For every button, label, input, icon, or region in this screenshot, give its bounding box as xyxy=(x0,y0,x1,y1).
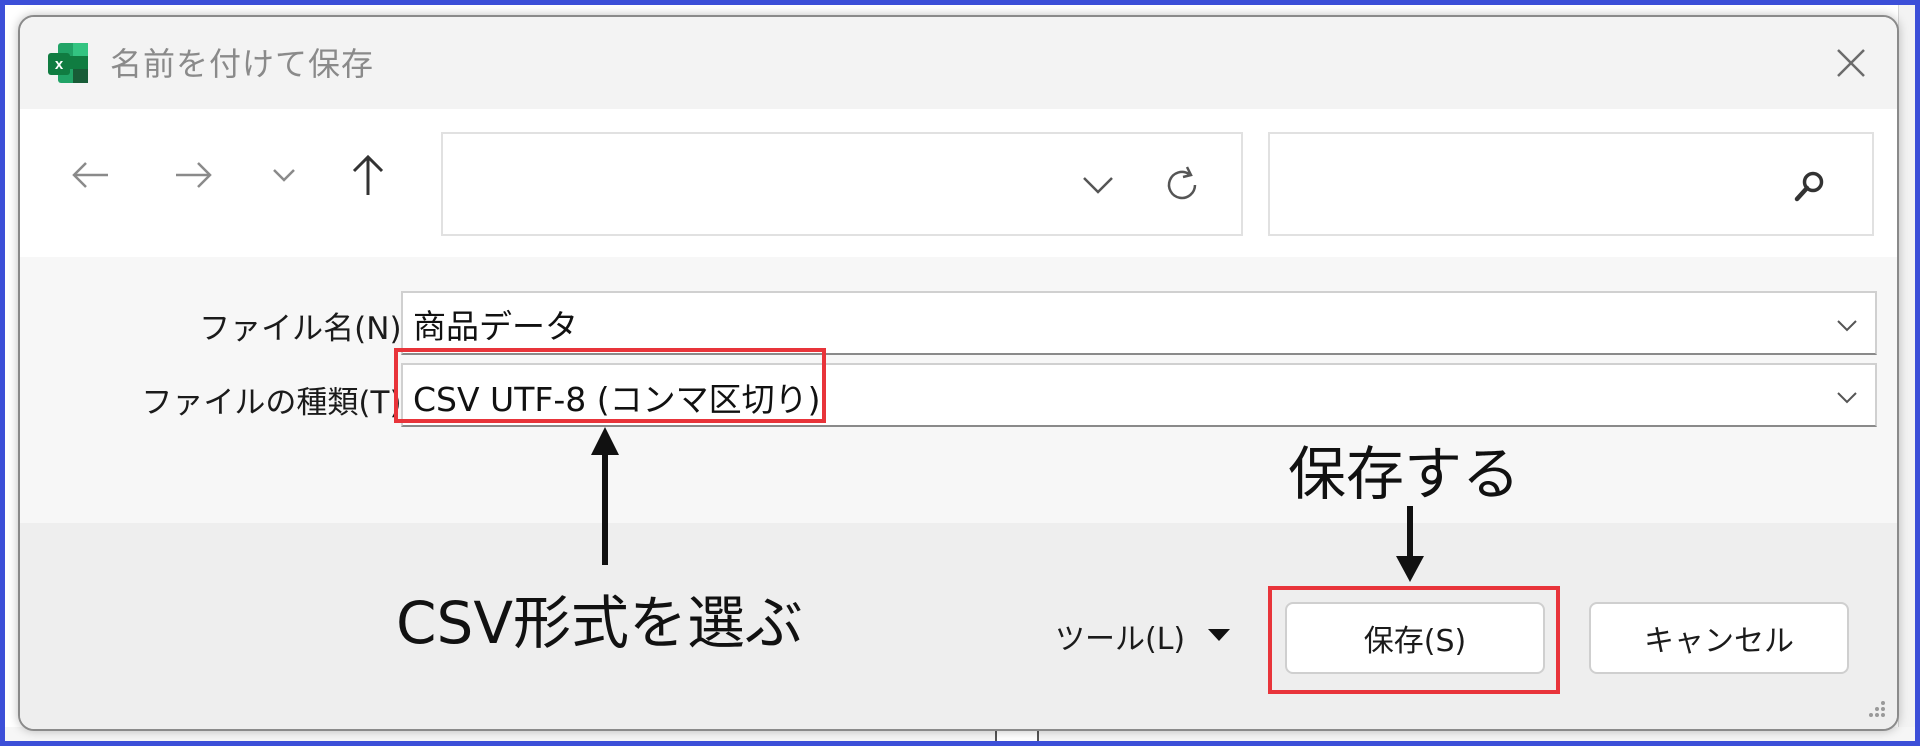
background-window-edge xyxy=(1898,5,1915,741)
up-button[interactable] xyxy=(338,145,398,205)
tools-dropdown-icon[interactable] xyxy=(1208,629,1230,641)
close-icon xyxy=(1837,49,1865,77)
tools-menu[interactable]: ツール(L) xyxy=(1055,614,1185,658)
filetype-dropdown-button[interactable] xyxy=(1829,379,1865,415)
arrow-up-annotation xyxy=(591,427,619,565)
annotation-save: 保存する xyxy=(1288,440,1521,508)
filename-field[interactable]: 商品データ xyxy=(401,291,1877,355)
search-input[interactable] xyxy=(1268,132,1874,236)
chevron-down-icon xyxy=(1083,177,1113,194)
refresh-icon xyxy=(1167,166,1197,200)
annotation-choose-csv: CSV形式を選ぶ xyxy=(396,589,803,657)
filename-label: ファイル名(N): xyxy=(199,311,412,347)
refresh-button[interactable] xyxy=(1155,158,1209,212)
filename-dropdown-button[interactable] xyxy=(1829,307,1865,343)
back-button[interactable] xyxy=(60,145,120,205)
navigation-bar xyxy=(20,109,1897,257)
dialog-title: 名前を付けて保存 xyxy=(110,45,375,83)
title-bar: x 名前を付けて保存 xyxy=(20,17,1897,109)
chevron-down-icon xyxy=(1837,392,1857,404)
arrow-up-icon xyxy=(352,154,384,195)
excel-icon: x xyxy=(46,41,90,85)
svg-text:x: x xyxy=(55,56,64,73)
address-dropdown-button[interactable] xyxy=(1073,160,1123,210)
filetype-label: ファイルの種類(T): xyxy=(141,385,412,421)
chevron-down-icon xyxy=(1837,320,1857,332)
forward-button[interactable] xyxy=(164,145,224,205)
save-button-highlight-box xyxy=(1268,586,1560,694)
arrow-right-icon xyxy=(176,162,212,188)
search-icon[interactable] xyxy=(1788,164,1832,208)
close-button[interactable] xyxy=(1827,39,1875,87)
file-options-panel: ファイル名(N): 商品データ ファイルの種類(T): CSV UTF-8 (コ… xyxy=(20,257,1897,523)
resize-grip-icon[interactable] xyxy=(1863,695,1887,719)
chevron-down-icon xyxy=(273,169,295,182)
cancel-button[interactable]: キャンセル xyxy=(1589,602,1849,674)
filename-value: 商品データ xyxy=(413,307,578,346)
arrow-down-annotation xyxy=(1396,506,1424,582)
filetype-highlight-box xyxy=(394,348,826,423)
save-as-dialog: x 名前を付けて保存 ファイル名(N): 商品データ ファイルの種類(T): C… xyxy=(18,15,1899,731)
address-bar[interactable] xyxy=(441,132,1243,236)
recent-locations-button[interactable] xyxy=(254,145,314,205)
arrow-left-icon xyxy=(72,162,108,188)
